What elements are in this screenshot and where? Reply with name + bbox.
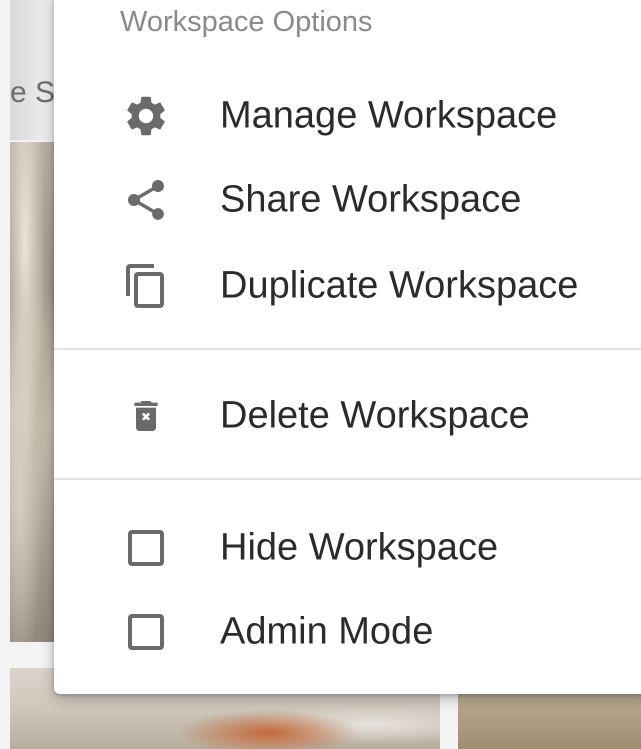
workspace-options-menu: Workspace Options Manage Workspace Share… [54,0,641,694]
checkbox-unchecked-icon[interactable] [120,522,172,574]
hide-workspace-item[interactable]: Hide Workspace [54,508,641,588]
admin-mode-item[interactable]: Admin Mode [54,592,641,672]
background-title: e S [10,76,55,109]
manage-workspace-item[interactable]: Manage Workspace [54,76,641,156]
share-icon [120,174,172,226]
menu-divider [54,478,641,480]
menu-header: Workspace Options [120,6,373,38]
duplicate-workspace-item[interactable]: Duplicate Workspace [54,246,641,326]
trash-icon [120,390,172,442]
hide-workspace-label: Hide Workspace [220,526,499,569]
checkbox-unchecked-icon[interactable] [120,606,172,658]
duplicate-icon [120,260,172,312]
share-workspace-item[interactable]: Share Workspace [54,160,641,240]
manage-workspace-label: Manage Workspace [220,94,558,137]
screen: e S Workspace Options Manage Workspace S [0,0,641,749]
delete-workspace-label: Delete Workspace [220,394,530,437]
menu-divider [54,348,641,350]
share-workspace-label: Share Workspace [220,178,522,221]
delete-workspace-item[interactable]: Delete Workspace [54,376,641,456]
gear-icon [120,90,172,142]
duplicate-workspace-label: Duplicate Workspace [220,264,579,307]
background-photo-snow-leopard[interactable] [10,142,60,642]
admin-mode-label: Admin Mode [220,610,434,653]
